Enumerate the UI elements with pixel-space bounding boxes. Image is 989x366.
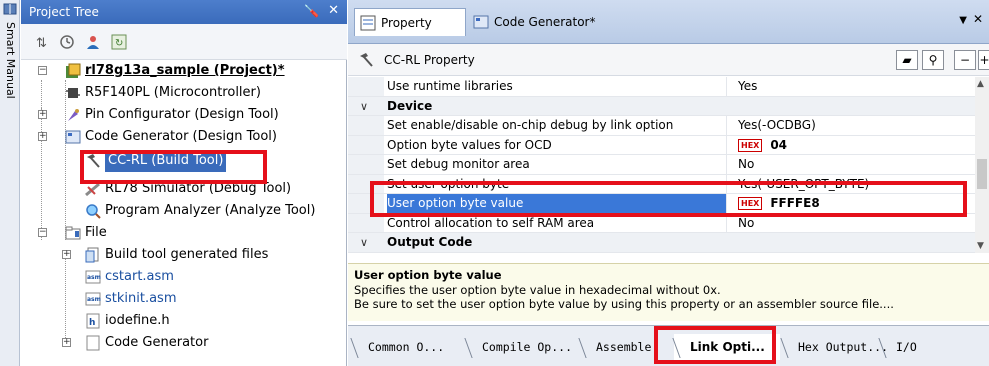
collapse-toggle[interactable]: − xyxy=(38,228,47,237)
refresh-icon[interactable]: ↻ xyxy=(111,34,127,50)
collapse-toggle[interactable]: − xyxy=(38,66,47,75)
category-name: Output Code xyxy=(387,235,473,249)
svg-text:asm: asm xyxy=(87,274,101,281)
project-tree-toolbar: ⇅ ↻ xyxy=(21,24,347,60)
folder-icon xyxy=(65,226,81,240)
asm-file-icon: asm xyxy=(85,270,101,284)
property-value: 04 xyxy=(770,137,788,152)
lock-icon: ▰ xyxy=(902,53,912,67)
pin-icon[interactable]: 🪛 xyxy=(304,4,319,18)
tab-compile-options[interactable]: Compile Op... xyxy=(466,334,578,360)
property-row[interactable]: Use runtime libraries Yes xyxy=(348,77,975,97)
project-tree: − rl78g13a_sample (Project)* R5F140PL (M… xyxy=(38,63,316,351)
tab-code-generator[interactable]: Code Generator* xyxy=(468,8,608,36)
pin-configurator-icon xyxy=(68,109,79,121)
code-generator-icon xyxy=(473,15,489,29)
property-value[interactable]: Yes(-OCDBG) xyxy=(738,116,816,136)
hex-badge: HEX xyxy=(738,138,763,152)
property-row[interactable]: Set debug monitor area No xyxy=(348,155,975,175)
property-name: Set debug monitor area xyxy=(387,155,727,174)
expand-toggle[interactable]: + xyxy=(38,110,47,119)
tab-property-label: Property xyxy=(381,16,432,30)
user-icon[interactable] xyxy=(85,34,101,50)
svg-text:asm: asm xyxy=(87,296,101,303)
sort-icon[interactable]: ⇅ xyxy=(33,34,49,50)
highlight-box xyxy=(370,181,967,217)
property-row[interactable]: Set enable/disable on-chip debug by link… xyxy=(348,116,975,136)
asm-file-icon: asm xyxy=(85,292,101,306)
property-name: Option byte values for OCD xyxy=(387,135,727,154)
property-row[interactable]: Option byte values for OCD HEX 04 xyxy=(348,135,975,156)
property-scrollbar[interactable]: ▲ ▼ xyxy=(975,77,989,253)
search-button[interactable]: ⚲ xyxy=(922,50,944,70)
property-grid: Use runtime libraries Yes ∨ Device Set e… xyxy=(348,77,975,253)
highlight-box xyxy=(80,150,267,184)
expand-toggle[interactable]: + xyxy=(62,250,71,259)
scroll-up-icon[interactable]: ▲ xyxy=(977,79,984,89)
svg-text:↻: ↻ xyxy=(115,38,123,49)
property-value[interactable]: Yes xyxy=(738,77,757,97)
tab-property[interactable]: Property xyxy=(354,8,466,36)
scroll-down-icon[interactable]: ▼ xyxy=(977,241,984,251)
tab-io-header-options[interactable]: I/O Header... xyxy=(880,334,982,360)
svg-text:⇅: ⇅ xyxy=(36,36,47,50)
property-header-title: CC-RL Property xyxy=(384,53,475,67)
tab-common-options[interactable]: Common O... xyxy=(352,334,464,360)
tab-hex-output-options[interactable]: Hex Output... xyxy=(782,334,894,360)
hammer-icon xyxy=(360,53,373,67)
close-icon[interactable]: ✕ xyxy=(328,3,339,18)
property-value-cell[interactable]: HEX 04 xyxy=(738,136,787,156)
project-tree-title-bar: Project Tree 🪛 ✕ xyxy=(21,0,347,24)
header-file-icon: h xyxy=(86,313,100,329)
chip-icon xyxy=(66,88,80,98)
property-description: User option byte value Specifies the use… xyxy=(348,263,989,321)
description-title: User option byte value xyxy=(354,268,502,282)
chevron-down-icon[interactable]: ∨ xyxy=(360,233,368,253)
category-name: Device xyxy=(387,98,433,113)
property-value[interactable]: No xyxy=(738,155,754,175)
files-icon xyxy=(85,247,99,263)
property-name: Use runtime libraries xyxy=(387,77,727,96)
code-generator-icon xyxy=(65,130,81,144)
property-tab-bar: Property Code Generator* ▼ ✕ xyxy=(348,0,989,44)
history-icon[interactable] xyxy=(59,34,75,50)
chevron-down-icon[interactable]: ∨ xyxy=(360,97,368,117)
project-tree-panel: Project Tree 🪛 ✕ ⇅ ↻ − rl78g13a_sample (… xyxy=(21,0,347,366)
svg-text:h: h xyxy=(89,318,95,328)
project-tree-title: Project Tree xyxy=(29,5,99,19)
search-icon: ⚲ xyxy=(928,53,938,67)
lock-button[interactable]: ▰ xyxy=(896,50,918,70)
description-line: Specifies the user option byte value in … xyxy=(354,282,721,297)
project-icon xyxy=(66,63,81,78)
expand-toggle[interactable]: + xyxy=(62,338,71,347)
highlight-box xyxy=(654,326,776,364)
description-line: Be sure to set the user option byte valu… xyxy=(354,297,894,311)
expand-toggle[interactable]: + xyxy=(38,132,47,141)
collapse-all-button[interactable]: − xyxy=(954,50,976,70)
chevron-down-icon[interactable]: ▼ xyxy=(959,15,967,26)
smart-manual-strip[interactable]: Smart Manual xyxy=(0,0,20,366)
category-row[interactable]: ∨ Device xyxy=(348,96,975,117)
property-header: CC-RL Property ▰ ⚲ − + xyxy=(348,44,989,76)
smart-manual-label[interactable]: Smart Manual xyxy=(4,22,17,99)
book-icon xyxy=(3,3,17,15)
tab-code-generator-label: Code Generator* xyxy=(494,15,596,29)
category-row[interactable]: ∨ Output Code xyxy=(348,233,975,253)
property-icon xyxy=(360,15,376,31)
property-category-tabs: Common O... Compile Op... Assemble O... … xyxy=(348,325,989,366)
folder-icon xyxy=(86,335,100,351)
property-name: Set enable/disable on-chip debug by link… xyxy=(387,116,727,135)
property-panel: Property Code Generator* ▼ ✕ CC-RL Prope… xyxy=(348,0,989,366)
scrollbar-thumb[interactable] xyxy=(977,159,987,189)
close-icon[interactable]: ✕ xyxy=(973,12,983,26)
magnifier-icon xyxy=(86,204,101,219)
expand-all-button[interactable]: + xyxy=(978,50,989,70)
